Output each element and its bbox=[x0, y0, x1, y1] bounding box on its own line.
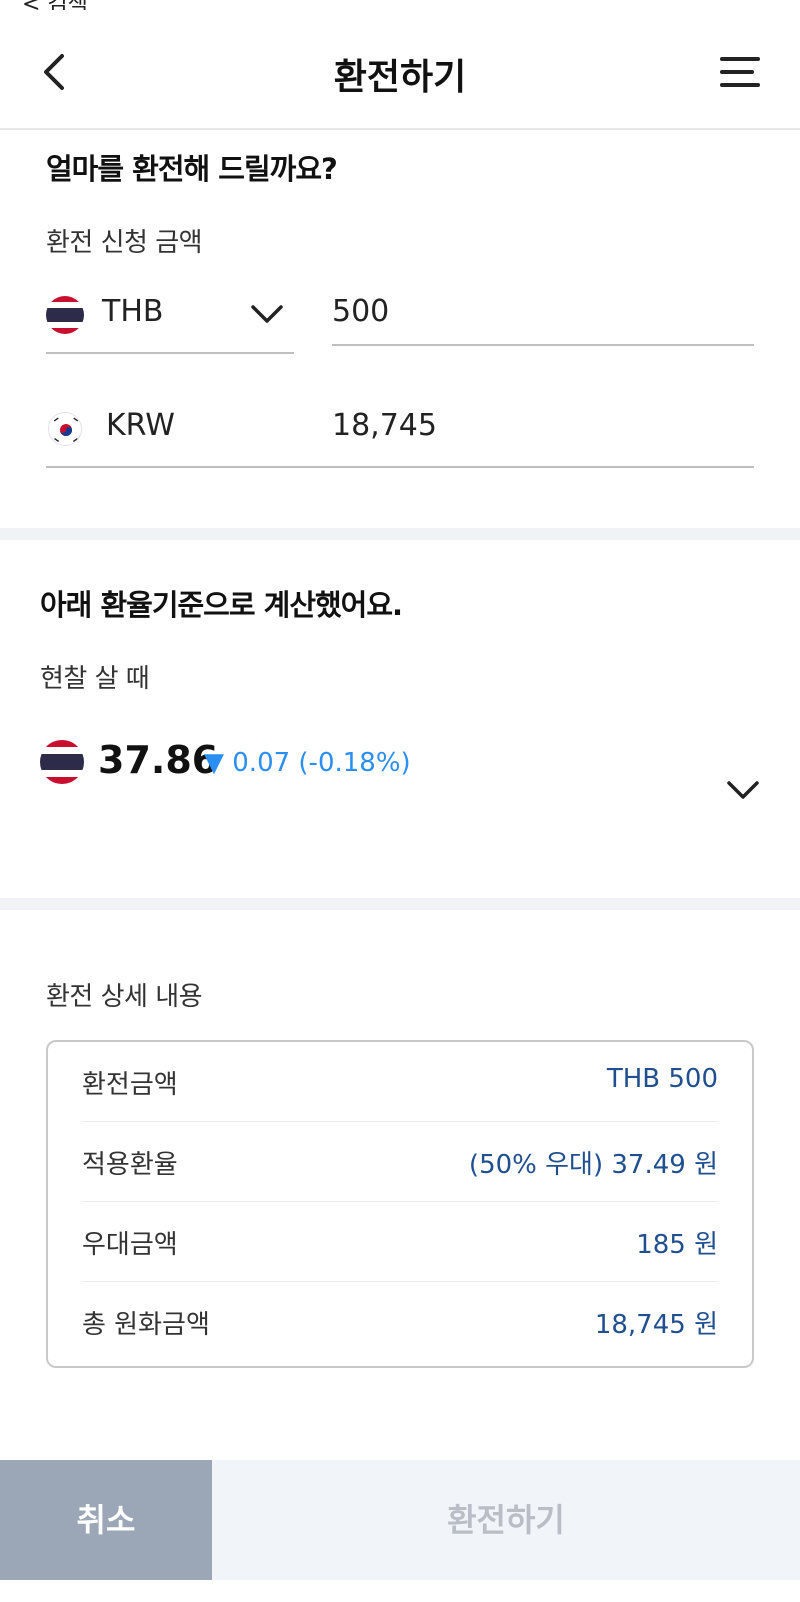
detail-key: 환전금액 bbox=[82, 1070, 178, 1100]
amount-heading: 얼마를 환전해 드릴까요? bbox=[46, 152, 338, 186]
detail-label: 환전 상세 내용 bbox=[46, 982, 203, 1012]
section-divider bbox=[0, 898, 800, 910]
thailand-flag-icon bbox=[40, 740, 84, 784]
to-amount-value: 18,745 bbox=[332, 408, 437, 443]
cancel-button[interactable]: 취소 bbox=[0, 1460, 212, 1580]
from-currency-code: THB bbox=[102, 294, 164, 329]
rate-value: 37.86 bbox=[98, 738, 219, 782]
currency-select[interactable]: THB bbox=[46, 294, 294, 354]
detail-value: 18,745 원 bbox=[594, 1310, 718, 1340]
section-divider bbox=[0, 528, 800, 540]
from-amount-input[interactable]: 500 bbox=[332, 286, 754, 346]
detail-key: 적용환율 bbox=[82, 1150, 178, 1180]
detail-key: 우대금액 bbox=[82, 1230, 178, 1260]
detail-value: 185 원 bbox=[636, 1230, 718, 1260]
rate-change: ▼ 0.07 (-0.18%) bbox=[204, 748, 411, 778]
amount-label: 환전 신청 금액 bbox=[46, 228, 203, 258]
rate-expand-button[interactable] bbox=[726, 778, 766, 808]
app-header: 환전하기 bbox=[0, 0, 800, 130]
detail-value: (50% 우대) 37.49 원 bbox=[468, 1150, 718, 1180]
detail-row: 우대금액 185 원 bbox=[82, 1202, 718, 1282]
detail-row: 적용환율 (50% 우대) 37.49 원 bbox=[82, 1122, 718, 1202]
exchange-button[interactable]: 환전하기 bbox=[212, 1460, 800, 1580]
chevron-down-icon bbox=[251, 305, 283, 323]
detail-key: 총 원화금액 bbox=[82, 1310, 210, 1340]
menu-button[interactable] bbox=[720, 56, 760, 88]
detail-box: 환전금액 THB 500 적용환율 (50% 우대) 37.49 원 우대금액 … bbox=[46, 1040, 754, 1368]
detail-row: 총 원화금액 18,745 원 bbox=[82, 1282, 718, 1362]
page-title: 환전하기 bbox=[333, 57, 467, 98]
to-currency-code: KRW bbox=[106, 408, 175, 443]
detail-value: THB 500 bbox=[606, 1064, 718, 1094]
detail-row: 환전금액 THB 500 bbox=[82, 1042, 718, 1122]
hamburger-icon bbox=[720, 57, 760, 87]
chevron-down-icon bbox=[727, 781, 759, 799]
krw-amount-row: KRW 18,745 bbox=[46, 408, 754, 468]
thailand-flag-icon bbox=[46, 296, 84, 334]
rate-type-label: 현찰 살 때 bbox=[40, 664, 150, 694]
rate-heading: 아래 환율기준으로 계산했어요. bbox=[40, 588, 403, 622]
korea-flag-icon bbox=[48, 412, 82, 446]
